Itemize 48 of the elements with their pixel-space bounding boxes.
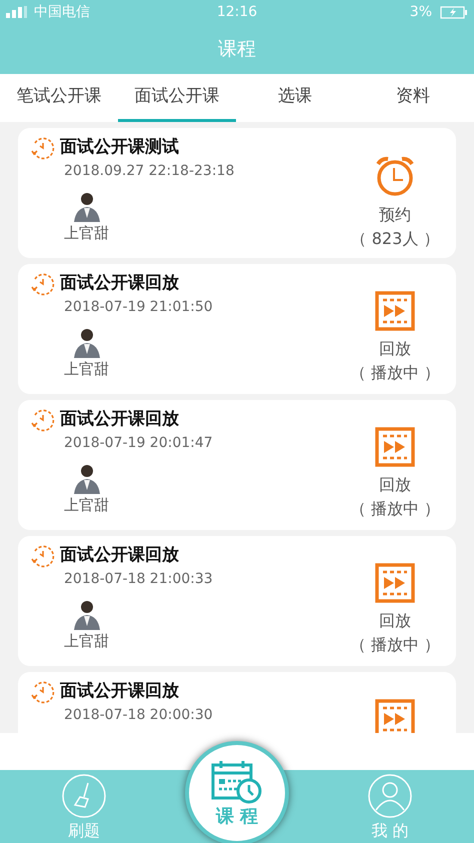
course-title: 面试公开课回放 <box>60 408 179 432</box>
brush-icon <box>61 773 107 819</box>
teacher-name: 上官甜 <box>64 495 109 516</box>
course-card[interactable]: 面试公开课回放 2018-07-19 20:01:47 上官甜 回放 （ 播放中 ） <box>18 400 456 530</box>
user-icon <box>367 773 413 819</box>
course-time: 2018-07-19 20:01:47 <box>63 434 214 453</box>
teacher-name: 上官甜 <box>64 223 109 244</box>
course-time: 2018.09.27 22:18-23:18 <box>63 162 236 181</box>
battery-charging-icon <box>440 6 468 18</box>
action-count: （ 播放中 ） <box>350 498 440 520</box>
calendar-clock-icon <box>211 760 263 804</box>
course-card[interactable]: 面试公开课回放 2018-07-19 21:01:50 上官甜 回放 （ 播放中 ） <box>18 264 456 394</box>
clock-refresh-icon <box>30 407 56 433</box>
course-title: 面试公开课回放 <box>60 272 179 296</box>
teacher-name: 上官甜 <box>64 631 109 652</box>
film-play-icon <box>375 427 415 467</box>
course-title: 面试公开课测试 <box>60 136 179 160</box>
action-count: （ 823人 ） <box>350 228 440 250</box>
course-title: 面试公开课回放 <box>60 680 179 704</box>
action-count: （ 播放中 ） <box>350 634 440 656</box>
course-time: 2018-07-18 20:00:30 <box>63 706 214 725</box>
film-play-icon <box>375 563 415 603</box>
film-play-icon <box>375 291 415 331</box>
teacher-name: 上官甜 <box>64 359 109 380</box>
clock-refresh-icon <box>30 543 56 569</box>
action-label: 回放 <box>379 474 411 496</box>
clock-refresh-icon <box>30 271 56 297</box>
signal-icon <box>6 6 28 18</box>
course-card[interactable]: 面试公开课测试 2018.09.27 22:18-23:18 上官甜 预约 （ 823人 ） <box>18 128 456 258</box>
course-time: 2018-07-19 21:01:50 <box>63 298 214 317</box>
carrier-name: 中国电信 <box>34 2 90 22</box>
course-tab[interactable]: 笔试公开课 <box>0 74 118 122</box>
clock-time: 12:16 <box>216 2 258 22</box>
clock-refresh-icon <box>30 135 56 161</box>
battery-percent: 3% <box>410 2 432 22</box>
action-label: 回放 <box>379 338 411 360</box>
course-time: 2018-07-18 21:00:33 <box>63 570 214 589</box>
course-title: 面试公开课回放 <box>60 544 179 568</box>
course-card[interactable]: 面试公开课回放 2018-07-18 21:00:33 上官甜 回放 （ 播放中 ） <box>18 536 456 666</box>
page-title: 课程 <box>218 36 256 62</box>
film-play-icon <box>375 699 415 733</box>
action-count: （ 播放中 ） <box>350 362 440 384</box>
clock-refresh-icon <box>30 679 56 705</box>
course-tab[interactable]: 选课 <box>236 74 354 122</box>
course-card[interactable]: 面试公开课回放 2018-07-18 20:00:30 <box>18 672 456 733</box>
action-label: 回放 <box>379 610 411 632</box>
course-tab[interactable]: 资料 <box>354 74 472 122</box>
action-label: 预约 <box>379 204 411 226</box>
